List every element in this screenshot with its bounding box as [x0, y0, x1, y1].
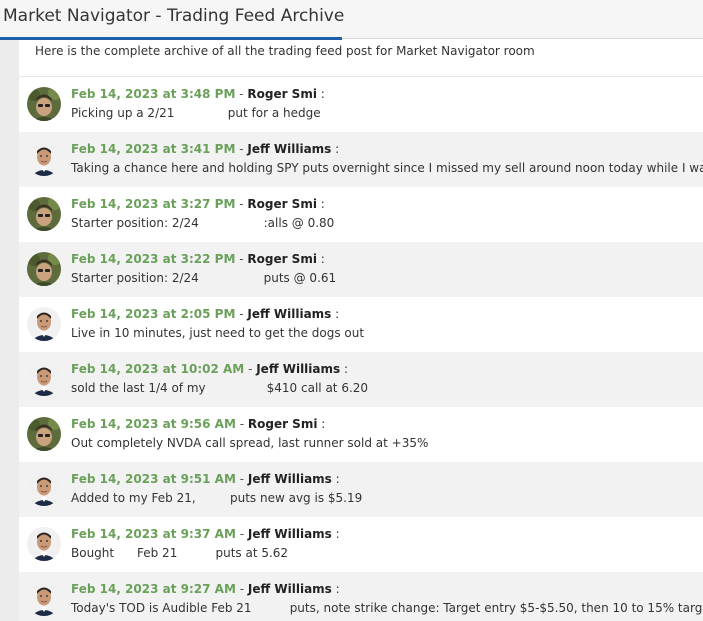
post-author: Jeff Williams	[247, 582, 332, 596]
post-colon: :	[331, 142, 340, 156]
post-timestamp: Feb 14, 2023 at 3:41 PM	[71, 142, 236, 156]
post-timestamp: Feb 14, 2023 at 2:05 PM	[71, 307, 236, 321]
post-header: Feb 14, 2023 at 2:05 PM - Jeff Williams …	[71, 307, 339, 321]
post-message: Added to my Feb 21, puts new avg is $5.1…	[71, 491, 363, 505]
intro-panel: Here is the complete archive of all the …	[19, 40, 703, 77]
post-author: Roger Smi	[247, 252, 317, 266]
page-title: Market Navigator - Trading Feed Archive	[3, 6, 345, 26]
post-author: Jeff Williams	[247, 307, 332, 321]
post-author: Jeff Williams	[256, 362, 341, 376]
trading-feed-archive-page: Market Navigator - Trading Feed Archive …	[0, 0, 703, 621]
jeff-avatar	[27, 307, 61, 341]
post-colon: :	[340, 362, 349, 376]
post-author: Roger Smi	[247, 417, 318, 431]
post-message: Today's TOD is Audible Feb 21 puts, note…	[71, 601, 703, 615]
post-message: Live in 10 minutes, just need to get the…	[71, 326, 365, 340]
post-author: Roger Smi	[247, 197, 317, 211]
post-author: Jeff Williams	[247, 142, 332, 156]
post-header: Feb 14, 2023 at 3:48 PM - Roger Smi :	[71, 87, 325, 101]
post-message: Taking a chance here and holding SPY put…	[71, 161, 703, 175]
title-bar: Market Navigator - Trading Feed Archive	[0, 0, 703, 40]
roger-avatar	[27, 417, 61, 451]
jeff-avatar	[27, 472, 61, 506]
post-message: Bought Feb 21 puts at 5.62	[71, 546, 289, 560]
post-separator: -	[235, 527, 248, 541]
feed-post: Feb 14, 2023 at 3:41 PM - Jeff Williams …	[19, 132, 703, 187]
jeff-avatar	[27, 582, 61, 616]
post-message: Starter position: 2/24 :alls @ 0.80	[71, 216, 335, 230]
post-separator: -	[235, 582, 248, 596]
post-colon: :	[331, 582, 340, 596]
jeff-avatar	[27, 527, 61, 561]
post-separator: -	[235, 197, 248, 211]
post-header: Feb 14, 2023 at 3:27 PM - Roger Smi :	[71, 197, 325, 211]
post-header: Feb 14, 2023 at 3:22 PM - Roger Smi :	[71, 252, 325, 266]
post-colon: :	[331, 472, 340, 486]
post-separator: -	[235, 472, 248, 486]
post-message: Picking up a 2/21 put for a hedge	[71, 106, 321, 120]
post-header: Feb 14, 2023 at 9:37 AM - Jeff Williams …	[71, 527, 340, 541]
feed-post: Feb 14, 2023 at 9:37 AM - Jeff Williams …	[19, 517, 703, 572]
feed-post: Feb 14, 2023 at 3:22 PM - Roger Smi : Sta…	[19, 242, 703, 297]
post-message: sold the last 1/4 of my $410 call at 6.2…	[71, 381, 369, 395]
feed-post: Feb 14, 2023 at 10:02 AM - Jeff Williams…	[19, 352, 703, 407]
roger-avatar	[27, 197, 61, 231]
post-timestamp: Feb 14, 2023 at 3:22 PM	[71, 252, 236, 266]
post-colon: :	[316, 252, 325, 266]
post-timestamp: Feb 14, 2023 at 3:48 PM	[71, 87, 236, 101]
post-separator: -	[235, 307, 248, 321]
post-author: Jeff Williams	[247, 472, 332, 486]
post-colon: :	[331, 307, 340, 321]
post-author: Jeff Williams	[247, 527, 332, 541]
feed-post: Feb 14, 2023 at 9:51 AM - Jeff Williams …	[19, 462, 703, 517]
feed-post: Feb 14, 2023 at 3:48 PM - Roger Smi : Pic…	[19, 77, 703, 132]
post-timestamp: Feb 14, 2023 at 9:56 AM	[71, 417, 236, 431]
intro-text: Here is the complete archive of all the …	[35, 44, 535, 58]
post-colon: :	[331, 527, 340, 541]
left-rail	[0, 40, 19, 621]
post-timestamp: Feb 14, 2023 at 3:27 PM	[71, 197, 236, 211]
post-timestamp: Feb 14, 2023 at 9:27 AM	[71, 582, 236, 596]
post-message: Out completely NVDA call spread, last ru…	[71, 436, 429, 450]
post-timestamp: Feb 14, 2023 at 10:02 AM	[71, 362, 245, 376]
post-separator: -	[235, 417, 248, 431]
post-author: Roger Smi	[247, 87, 317, 101]
feed-list: Feb 14, 2023 at 3:48 PM - Roger Smi : Pic…	[19, 77, 703, 621]
post-separator: -	[235, 142, 248, 156]
roger-avatar	[27, 87, 61, 121]
post-header: Feb 14, 2023 at 3:41 PM - Jeff Williams …	[71, 142, 339, 156]
post-header: Feb 14, 2023 at 9:27 AM - Jeff Williams …	[71, 582, 340, 596]
feed-post: Feb 14, 2023 at 3:27 PM - Roger Smi : Sta…	[19, 187, 703, 242]
jeff-avatar	[27, 142, 61, 176]
post-separator: -	[244, 362, 257, 376]
feed-post: Feb 14, 2023 at 9:56 AM - Roger Smi : Out…	[19, 407, 703, 462]
post-timestamp: Feb 14, 2023 at 9:51 AM	[71, 472, 236, 486]
feed-post: Feb 14, 2023 at 2:05 PM - Jeff Williams …	[19, 297, 703, 352]
roger-avatar	[27, 252, 61, 286]
post-timestamp: Feb 14, 2023 at 9:37 AM	[71, 527, 236, 541]
post-header: Feb 14, 2023 at 10:02 AM - Jeff Williams…	[71, 362, 348, 376]
post-colon: :	[316, 197, 325, 211]
post-header: Feb 14, 2023 at 9:56 AM - Roger Smi :	[71, 417, 325, 431]
post-header: Feb 14, 2023 at 9:51 AM - Jeff Williams …	[71, 472, 340, 486]
feed-post: Feb 14, 2023 at 9:27 AM - Jeff Williams …	[19, 572, 703, 621]
post-message: Starter position: 2/24 puts @ 0.61	[71, 271, 337, 285]
post-colon: :	[317, 417, 326, 431]
post-colon: :	[316, 87, 325, 101]
jeff-avatar	[27, 362, 61, 396]
post-separator: -	[235, 87, 248, 101]
post-separator: -	[235, 252, 248, 266]
